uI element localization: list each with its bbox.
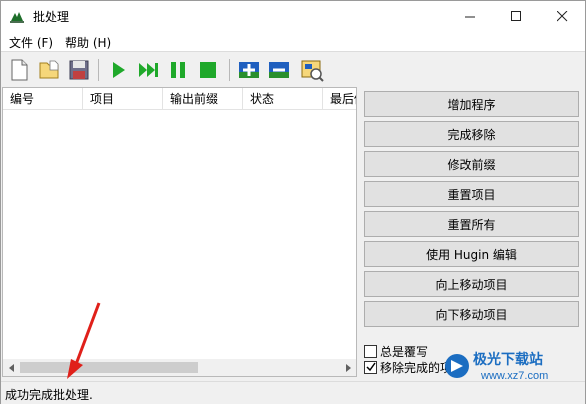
always-overwrite-option[interactable]: 总是覆写 <box>364 343 428 359</box>
toolbar-separator <box>229 59 230 81</box>
add-project-button[interactable]: 增加程序 <box>364 91 579 117</box>
svg-text:极光下载站: 极光下载站 <box>473 351 543 367</box>
column-header-number[interactable]: 编号 <box>3 88 83 109</box>
minimize-icon <box>464 16 475 17</box>
change-prefix-button[interactable]: 修改前缀 <box>364 151 579 177</box>
scroll-left-button[interactable] <box>3 359 20 376</box>
remove-complete-button[interactable]: 完成移除 <box>364 121 579 147</box>
remove-finished-checkbox[interactable] <box>364 360 377 374</box>
reset-project-button[interactable]: 重置项目 <box>364 181 579 207</box>
open-folder-icon[interactable] <box>37 58 61 82</box>
maximize-button[interactable] <box>493 1 539 31</box>
scroll-right-button[interactable] <box>339 359 356 376</box>
annotation-arrow-icon <box>67 302 101 379</box>
title-bar[interactable]: 批处理 <box>1 1 585 31</box>
new-file-icon[interactable] <box>7 58 31 82</box>
remove-minus-icon[interactable] <box>267 58 291 82</box>
add-plus-icon[interactable] <box>237 58 261 82</box>
scroll-right-icon <box>345 363 351 372</box>
status-message: 成功完成批处理. <box>5 388 93 402</box>
move-down-button[interactable]: 向下移动项目 <box>364 301 579 327</box>
horizontal-scrollbar[interactable] <box>3 359 356 376</box>
menu-bar: 文件 (F) 帮助 (H) <box>1 31 585 52</box>
minimize-button[interactable] <box>447 1 493 31</box>
toolbar-separator <box>98 59 99 81</box>
stop-icon[interactable] <box>196 58 220 82</box>
column-header-last-modified[interactable]: 最后修 <box>323 88 356 109</box>
reset-all-button[interactable]: 重置所有 <box>364 211 579 237</box>
batch-window: 批处理 文件 (F) 帮助 (H) 编号 项目 输出前缀 状态 最后 增加程序 … <box>0 0 586 404</box>
project-list[interactable]: 编号 项目 输出前缀 状态 最后修 <box>2 87 357 377</box>
always-overwrite-checkbox[interactable] <box>364 344 377 358</box>
maximize-icon <box>510 10 521 21</box>
close-icon <box>556 10 567 21</box>
edit-with-hugin-button[interactable]: 使用 Hugin 编辑 <box>364 241 579 267</box>
checkmark-icon <box>365 362 376 372</box>
run-play-icon[interactable] <box>106 58 130 82</box>
skip-forward-icon[interactable] <box>136 58 160 82</box>
menu-file[interactable]: 文件 (F) <box>9 34 53 51</box>
window-title: 批处理 <box>33 10 70 24</box>
column-header-prefix[interactable]: 输出前缀 <box>163 88 243 109</box>
site-watermark-logo: 极光下载站 www.xz7.com <box>445 351 548 382</box>
column-header-project[interactable]: 项目 <box>83 88 163 109</box>
hugin-batch-icon <box>10 12 24 23</box>
close-button[interactable] <box>539 1 585 31</box>
edit-project-icon[interactable] <box>300 58 324 82</box>
save-disk-icon[interactable] <box>67 58 91 82</box>
move-up-button[interactable]: 向上移动项目 <box>364 271 579 297</box>
scroll-left-icon <box>8 363 14 372</box>
always-overwrite-label: 总是覆写 <box>380 344 429 359</box>
pause-icon[interactable] <box>166 58 190 82</box>
toolbar <box>1 53 585 87</box>
column-header-status[interactable]: 状态 <box>243 88 323 109</box>
list-header: 编号 项目 输出前缀 状态 最后修 <box>3 88 356 110</box>
menu-help[interactable]: 帮助 (H) <box>65 34 111 51</box>
